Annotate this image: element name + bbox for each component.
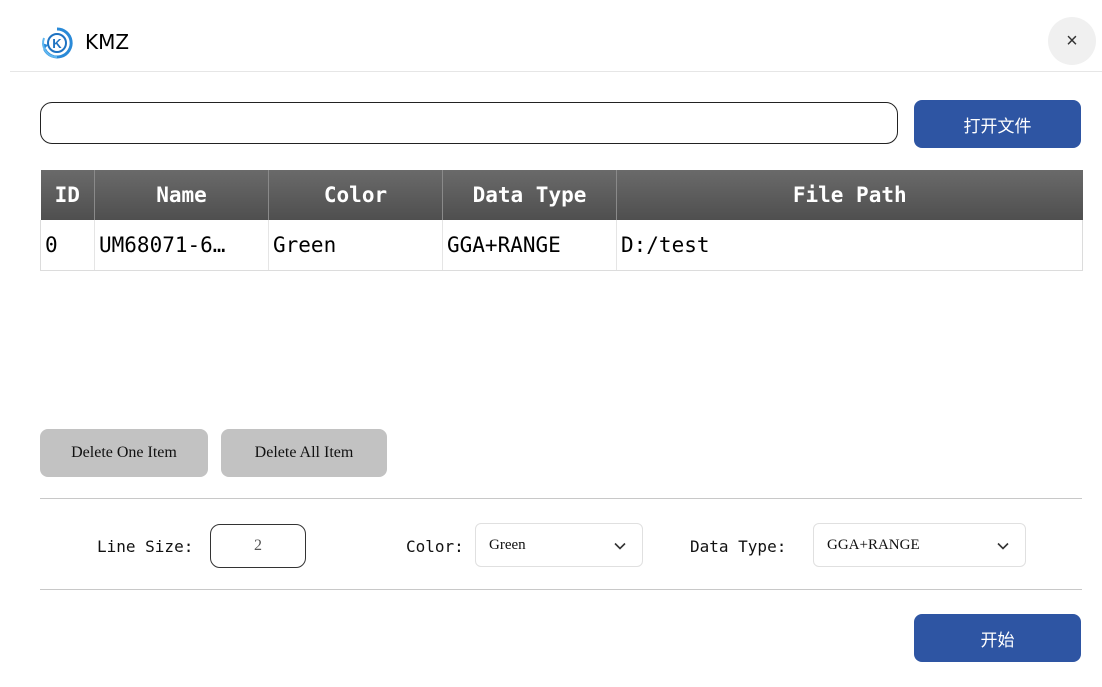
app-title: KMZ: [85, 30, 130, 54]
color-select-value: Green: [489, 537, 526, 553]
title-divider: [10, 71, 1102, 72]
line-size-label: Line Size:: [97, 537, 194, 556]
start-button[interactable]: 开始: [914, 614, 1081, 662]
column-header-id[interactable]: ID: [40, 170, 95, 220]
line-size-input[interactable]: [210, 524, 306, 568]
chevron-down-icon: [997, 542, 1009, 550]
close-icon: ×: [1066, 30, 1078, 52]
column-header-name[interactable]: Name: [94, 170, 269, 220]
logo-letter: K: [52, 36, 62, 51]
data-type-label: Data Type:: [690, 537, 787, 556]
cell-file-path[interactable]: D:/test: [616, 220, 1083, 271]
file-table: ID Name Color Data Type File Path 0 UM68…: [40, 170, 1083, 271]
table-header-row: ID Name Color Data Type File Path: [40, 170, 1083, 220]
settings-top-divider: [40, 498, 1082, 499]
data-type-select[interactable]: GGA+RANGE: [813, 523, 1026, 567]
settings-bottom-divider: [40, 589, 1082, 590]
color-select[interactable]: Green: [475, 523, 643, 567]
chevron-down-icon: [614, 542, 626, 550]
column-header-data-type[interactable]: Data Type: [442, 170, 617, 220]
cell-id[interactable]: 0: [40, 220, 95, 271]
data-type-select-value: GGA+RANGE: [827, 537, 920, 553]
cell-name[interactable]: UM68071-6…: [94, 220, 269, 271]
delete-all-item-button[interactable]: Delete All Item: [221, 429, 387, 477]
color-label: Color:: [406, 537, 464, 556]
title-bar: K KMZ ×: [0, 0, 1102, 72]
cell-data-type[interactable]: GGA+RANGE: [442, 220, 617, 271]
open-file-button[interactable]: 打开文件: [914, 100, 1081, 148]
kmz-logo-icon: K: [42, 27, 73, 59]
column-header-file-path[interactable]: File Path: [616, 170, 1083, 220]
cell-color[interactable]: Green: [268, 220, 443, 271]
column-header-color[interactable]: Color: [268, 170, 443, 220]
close-button[interactable]: ×: [1048, 17, 1096, 65]
delete-one-item-button[interactable]: Delete One Item: [40, 429, 208, 477]
table-row[interactable]: 0 UM68071-6… Green GGA+RANGE D:/test: [40, 220, 1083, 271]
file-path-input[interactable]: [40, 102, 898, 144]
